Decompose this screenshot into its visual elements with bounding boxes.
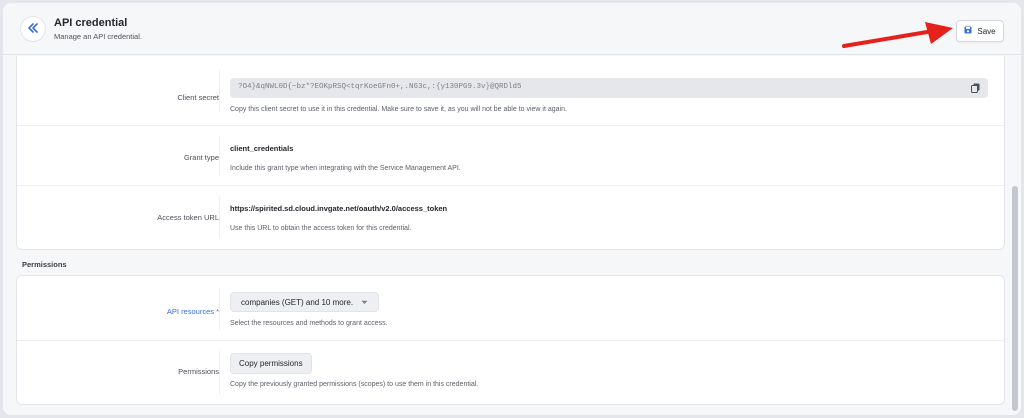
save-button-label: Save xyxy=(977,26,996,36)
back-button[interactable] xyxy=(20,16,46,42)
copy-permissions-button[interactable]: Copy permissions xyxy=(230,353,312,374)
scrollbar-thumb[interactable] xyxy=(1012,186,1018,411)
access-token-url-row: Access token URL https://spirited.sd.clo… xyxy=(17,186,1004,250)
page-header: API credential Manage an API credential.… xyxy=(3,3,1021,55)
row-divider xyxy=(219,288,220,330)
row-divider xyxy=(219,136,220,176)
red-arrow-annotation xyxy=(842,22,953,48)
double-chevron-left-icon xyxy=(27,20,39,38)
access-token-url-value: https://spirited.sd.cloud.invgate.net/oa… xyxy=(230,204,448,213)
page-subtitle: Manage an API credential. xyxy=(54,32,142,41)
api-resources-selected: companies (GET) and 10 more. xyxy=(241,297,354,307)
permissions-help: Copy the previously granted permissions … xyxy=(230,381,479,388)
floppy-disk-icon xyxy=(964,26,972,36)
client-secret-row: Client secret ?O4}&qNWL0D{~bz*?EOKpRSQ<t… xyxy=(17,56,1004,126)
permissions-label: Permissions xyxy=(178,367,219,376)
access-token-url-label: Access token URL xyxy=(157,213,219,222)
chevron-down-icon xyxy=(361,298,368,307)
client-secret-field[interactable]: ?O4}&qNWL0D{~bz*?EOKpRSQ<tqrKoeGFn0+,.N6… xyxy=(230,78,988,98)
grant-type-row: Grant type client_credentials Include th… xyxy=(17,126,1004,186)
api-resources-select[interactable]: companies (GET) and 10 more. xyxy=(230,292,380,312)
client-secret-help: Copy this client secret to use it in thi… xyxy=(230,106,567,113)
permissions-card: API resources * companies (GET) and 10 m… xyxy=(16,275,1005,405)
grant-type-value: client_credentials xyxy=(230,144,294,153)
page-title: API credential xyxy=(54,17,128,29)
access-token-url-help: Use this URL to obtain the access token … xyxy=(230,225,412,232)
credential-details-card: Client secret ?O4}&qNWL0D{~bz*?EOKpRSQ<t… xyxy=(16,56,1005,250)
app-frame: API credential Manage an API credential.… xyxy=(3,3,1021,415)
api-resources-label: API resources * xyxy=(166,307,219,316)
api-resources-help: Select the resources and methods to gran… xyxy=(230,320,388,327)
row-divider xyxy=(219,196,220,238)
permissions-section-title: Permissions xyxy=(22,260,67,269)
api-resources-row: API resources * companies (GET) and 10 m… xyxy=(17,276,1004,341)
save-button[interactable]: Save xyxy=(956,20,1004,42)
grant-type-help: Include this grant type when integrating… xyxy=(230,165,461,172)
client-secret-label: Client secret xyxy=(177,93,219,102)
row-divider xyxy=(219,70,220,112)
copy-icon[interactable] xyxy=(968,81,982,95)
row-divider xyxy=(219,351,220,395)
permissions-row: Permissions Copy permissions Copy the pr… xyxy=(17,341,1004,406)
grant-type-label: Grant type xyxy=(183,153,219,162)
content-area: Client secret ?O4}&qNWL0D{~bz*?EOKpRSQ<t… xyxy=(3,56,1021,415)
